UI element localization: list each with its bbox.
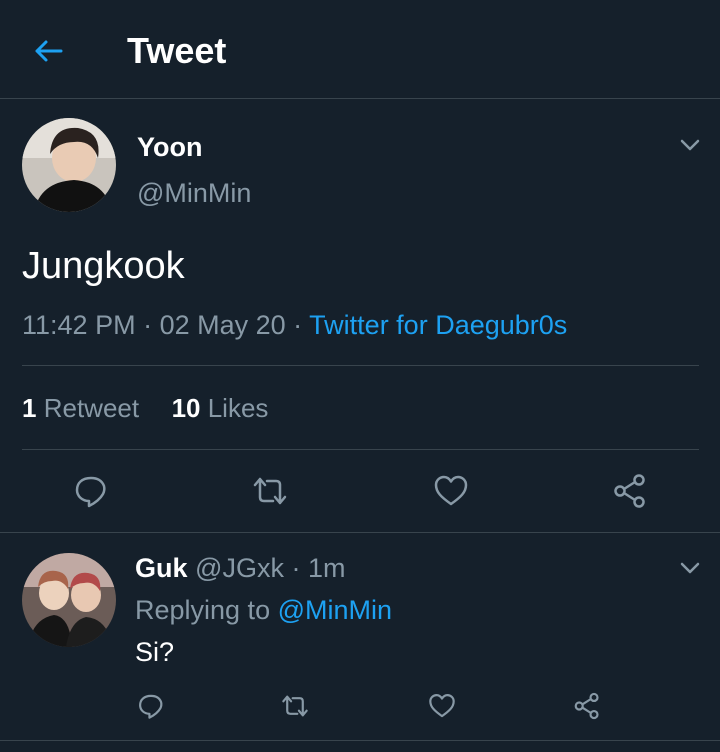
author-name[interactable]: Yoon (137, 130, 202, 164)
tweet-stats: 1 Retweet 10 Likes (22, 391, 268, 425)
share-button[interactable] (609, 470, 651, 512)
tweet-time: 11:42 PM (22, 310, 136, 340)
replying-to-handle[interactable]: @MinMin (278, 595, 392, 625)
comment-icon (75, 476, 106, 508)
comment-icon (139, 694, 163, 719)
arrow-left-icon (35, 40, 63, 62)
reply-retweet-button[interactable] (278, 689, 312, 723)
share-icon (614, 474, 645, 508)
heart-icon (429, 694, 455, 718)
reply-author-name[interactable]: Guk (135, 553, 188, 583)
header-divider (0, 98, 720, 99)
replying-to-label: Replying to (135, 595, 271, 625)
chevron-down-icon (680, 139, 700, 151)
reply-time: 1m (307, 553, 346, 583)
likes-label: Likes (207, 393, 269, 423)
chevron-down-icon (680, 562, 700, 574)
tweet-source[interactable]: Twitter for Daegubr0s (309, 310, 567, 340)
tweet-meta: 11:42 PM · 02 May 20 · Twitter for Daegu… (22, 308, 567, 342)
reply-avatar[interactable] (22, 553, 116, 647)
retweet-icon (282, 695, 308, 717)
page-title: Tweet (127, 30, 227, 71)
back-button[interactable] (30, 33, 66, 69)
retweet-stat[interactable]: 1 Retweet (22, 393, 139, 423)
reply-separator: · (283, 553, 308, 583)
reply-like-button[interactable] (425, 689, 459, 723)
tweet-menu-button[interactable] (678, 133, 702, 157)
likes-count: 10 (171, 393, 201, 423)
retweet-icon (253, 477, 287, 505)
heart-icon (434, 475, 468, 506)
tweet-date: 02 May 20 (159, 310, 286, 340)
reply-menu-button[interactable] (678, 556, 702, 580)
retweet-label: Retweet (43, 393, 140, 423)
meta-divider (22, 365, 699, 366)
retweet-button[interactable] (249, 470, 291, 512)
reply-divider (0, 740, 720, 741)
reply-button[interactable] (70, 470, 112, 512)
reply-share-button[interactable] (570, 689, 604, 723)
share-icon (574, 692, 599, 720)
avatar[interactable] (22, 118, 116, 212)
retweet-count: 1 (22, 393, 37, 423)
replying-to: Replying to @MinMin (135, 593, 392, 627)
likes-stat[interactable]: 10 Likes (172, 393, 269, 423)
reply-text: Si? (135, 637, 175, 667)
reply-author-handle[interactable]: @JGxk (195, 553, 284, 583)
meta-separator: · (135, 310, 160, 340)
tweet-text: Jungkook (22, 245, 185, 287)
stats-divider (22, 449, 699, 450)
action-divider (0, 532, 720, 533)
reply-header: Guk @JGxk · 1m (135, 551, 345, 585)
author-handle[interactable]: @MinMin (137, 176, 251, 210)
reply-reply-button[interactable] (134, 689, 168, 723)
app-header: Tweet (0, 0, 720, 98)
like-button[interactable] (430, 470, 472, 512)
meta-separator: · (285, 310, 310, 340)
